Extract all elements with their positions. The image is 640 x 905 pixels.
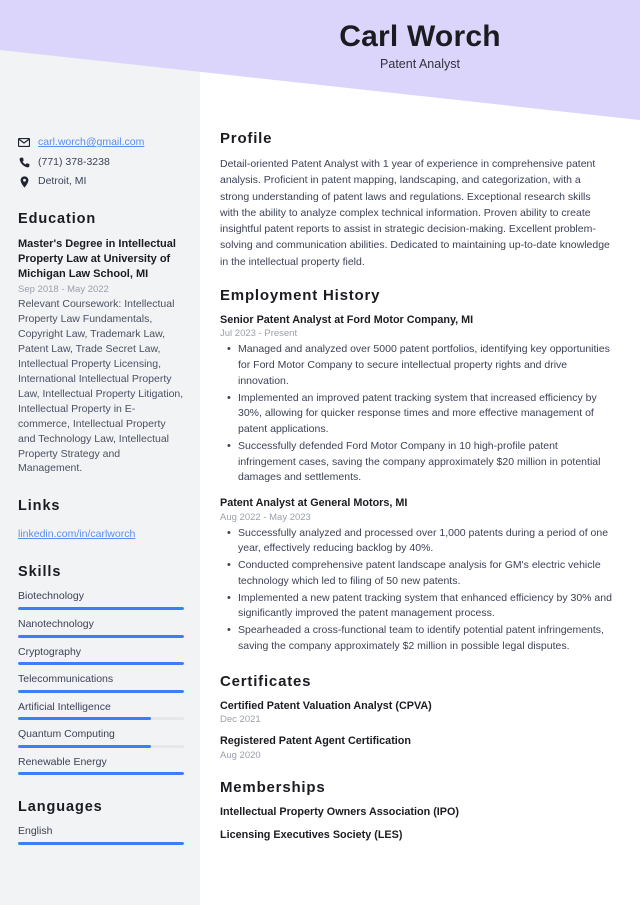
links-list: linkedin.com/in/carlworch (18, 524, 184, 542)
contact-item-phone: (771) 378-3238 (18, 156, 184, 170)
skill-level-track (18, 717, 184, 721)
job-entry: Patent Analyst at General Motors, MI Aug … (220, 496, 612, 655)
skill-item: Renewable Energy (18, 756, 184, 776)
certificates-heading: Certificates (220, 672, 312, 690)
certificates-section: Certificates Certified Patent Valuation … (220, 673, 612, 761)
job-title: Senior Patent Analyst at Ford Motor Comp… (220, 313, 474, 326)
main-content: Profile Detail-oriented Patent Analyst w… (200, 0, 640, 860)
phone-value: (771) 378-3238 (38, 155, 110, 168)
skill-item: Cryptography (18, 646, 184, 666)
job-entry: Senior Patent Analyst at Ford Motor Comp… (220, 313, 612, 486)
memberships-list: Intellectual Property Owners Association… (220, 805, 612, 843)
skill-label: Telecommunications (18, 673, 114, 686)
skill-level-track (18, 634, 184, 638)
profile-text: Detail-oriented Patent Analyst with 1 ye… (220, 158, 610, 268)
skill-level-fill (18, 662, 184, 666)
skill-label: Quantum Computing (18, 728, 115, 741)
skill-level-track (18, 689, 184, 693)
employment-heading: Employment History (220, 286, 381, 304)
certificates-list: Certified Patent Valuation Analyst (CPVA… (220, 699, 612, 761)
links-heading: Links (18, 498, 61, 515)
skill-level-track (18, 662, 184, 666)
contact-item-email[interactable]: carl.worch@gmail.com (18, 136, 184, 150)
skill-level-fill (18, 634, 184, 638)
job-bullet: Successfully analyzed and processed over… (220, 525, 612, 558)
job-date-range: Aug 2022 - May 2023 (220, 511, 311, 523)
languages-list: English (18, 825, 184, 846)
job-bullet: Implemented an improved patent tracking … (220, 390, 612, 438)
languages-heading: Languages (18, 799, 103, 816)
location-value: Detroit, MI (38, 175, 87, 188)
skill-item: Artificial Intelligence (18, 701, 184, 721)
skill-label: Nanotechnology (18, 617, 94, 630)
skill-level-fill (18, 842, 184, 846)
skill-level-track (18, 842, 184, 846)
certificate-name: Certified Patent Valuation Analyst (CPVA… (220, 699, 432, 712)
certificate-date: Dec 2021 (220, 714, 261, 726)
skill-item: Nanotechnology (18, 618, 184, 638)
skill-level-track (18, 606, 184, 610)
skills-heading: Skills (18, 564, 62, 581)
job-bullet-list: Managed and analyzed over 5000 patent po… (220, 341, 612, 486)
skill-label: Artificial Intelligence (18, 700, 111, 713)
job-title: Patent Analyst at General Motors, MI (220, 497, 408, 510)
location-pin-icon (18, 175, 30, 188)
memberships-heading: Memberships (220, 778, 326, 796)
job-bullet: Implemented a new patent tracking system… (220, 590, 612, 623)
profile-section: Profile Detail-oriented Patent Analyst w… (220, 130, 612, 270)
linkedin-link[interactable]: linkedin.com/in/carlworch (18, 528, 135, 540)
education-date: Sep 2018 - May 2022 (18, 284, 109, 296)
job-bullet: Spearheaded a cross-functional team to i… (220, 622, 612, 655)
envelope-icon (18, 136, 30, 149)
skill-label: Biotechnology (18, 590, 84, 603)
resume-page: Carl Worch Patent Analyst carl.worch@gma… (0, 0, 640, 905)
skill-level-fill (18, 744, 151, 748)
education-entry: Master's Degree in Intellectual Property… (18, 237, 184, 476)
sidebar: carl.worch@gmail.com (771) 378-3238 Detr… (0, 0, 200, 905)
employment-section: Employment History Senior Patent Analyst… (220, 287, 612, 655)
skill-label: Cryptography (18, 645, 82, 658)
email-link[interactable]: carl.worch@gmail.com (38, 136, 144, 150)
contact-list: carl.worch@gmail.com (771) 378-3238 Detr… (18, 136, 184, 189)
education-description: Relevant Coursework: Intellectual Proper… (18, 298, 184, 475)
membership-item: Intellectual Property Owners Association… (220, 805, 459, 818)
memberships-section: Memberships Intellectual Property Owners… (220, 779, 612, 843)
job-bullet: Successfully defended Ford Motor Company… (220, 438, 612, 486)
skill-item: Biotechnology (18, 590, 184, 610)
certificate-entry: Certified Patent Valuation Analyst (CPVA… (220, 699, 612, 726)
profile-heading: Profile (220, 130, 273, 147)
certificate-date: Aug 2020 (220, 749, 261, 761)
skill-item: Telecommunications (18, 673, 184, 693)
contact-item-location: Detroit, MI (18, 175, 184, 189)
phone-icon (18, 156, 30, 169)
job-bullet: Conducted comprehensive patent landscape… (220, 557, 612, 590)
certificate-entry: Registered Patent Agent Certification Aug… (220, 734, 612, 761)
certificate-name: Registered Patent Agent Certification (220, 735, 411, 748)
skill-level-fill (18, 606, 184, 610)
skills-list: Biotechnology Nanotechnology Cryptography T… (18, 590, 184, 776)
jobs-list: Senior Patent Analyst at Ford Motor Comp… (220, 313, 612, 655)
skill-item: Quantum Computing (18, 728, 184, 748)
skill-level-fill (18, 772, 184, 776)
job-bullet: Managed and analyzed over 5000 patent po… (220, 341, 612, 389)
membership-item: Licensing Executives Society (LES) (220, 829, 403, 842)
education-degree: Master's Degree in Intellectual Property… (18, 237, 176, 281)
skill-level-fill (18, 717, 151, 721)
skill-level-fill (18, 689, 184, 693)
skill-item: English (18, 825, 184, 846)
education-heading: Education (18, 210, 97, 227)
skill-label: English (18, 825, 53, 838)
job-bullet-list: Successfully analyzed and processed over… (220, 525, 612, 655)
skill-level-track (18, 744, 184, 748)
job-date-range: Jul 2023 - Present (220, 328, 298, 340)
skill-label: Renewable Energy (18, 755, 107, 768)
skill-level-track (18, 772, 184, 776)
